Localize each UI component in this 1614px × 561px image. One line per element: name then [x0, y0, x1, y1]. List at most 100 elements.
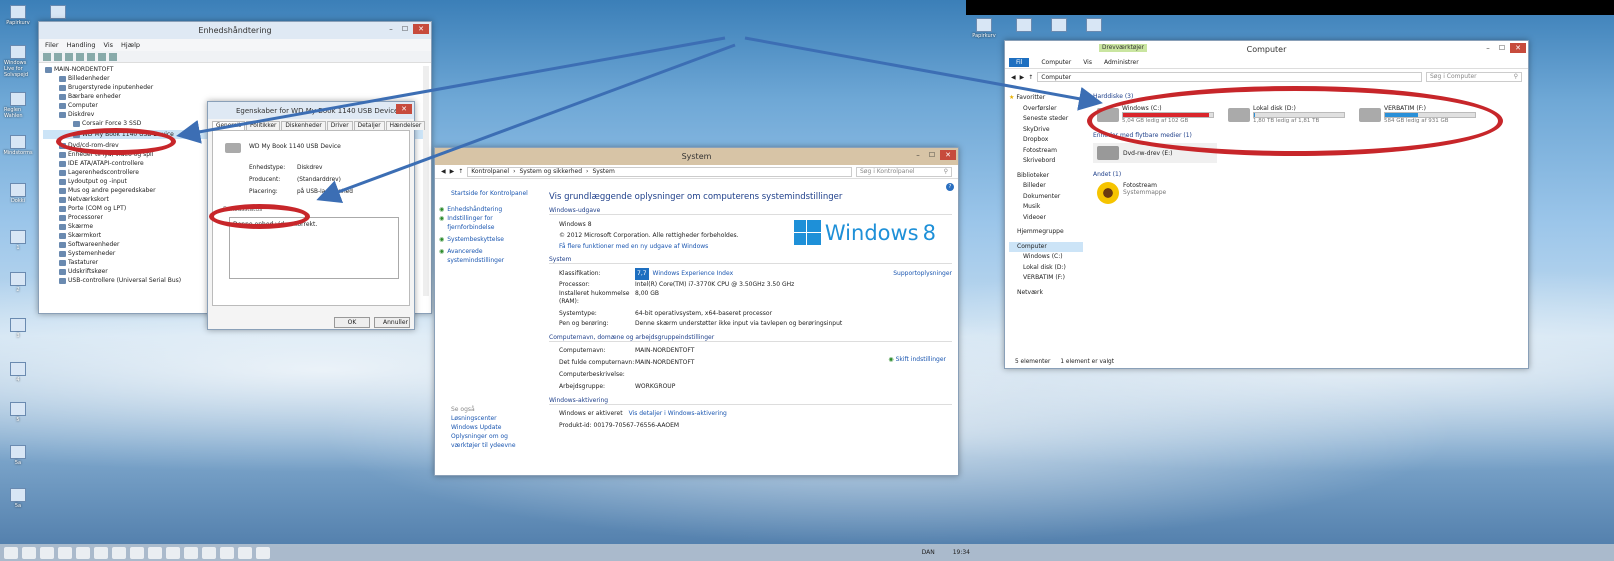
- minimize-button[interactable]: –: [1482, 43, 1494, 53]
- tab-volumes[interactable]: Diskenheder: [281, 121, 326, 130]
- nav-item[interactable]: VERBATIM (F:): [1009, 273, 1083, 284]
- link-change-settings[interactable]: ◉ Skift indstillinger: [888, 356, 946, 363]
- link-system-protection[interactable]: ◉ Systembeskyttelse: [439, 235, 539, 244]
- tree-item[interactable]: Bærbare enheder: [43, 92, 427, 101]
- tree-root[interactable]: MAIN-NORDENTOFT: [43, 65, 427, 74]
- nav-item[interactable]: Windows (C:): [1009, 252, 1083, 263]
- tab-manage[interactable]: Administrer: [1104, 59, 1139, 66]
- nav-item[interactable]: Dropbox: [1009, 135, 1083, 146]
- desktop-icon-6[interactable]: 2: [4, 272, 32, 293]
- taskbar-app-icon[interactable]: [220, 546, 234, 559]
- link-action-center[interactable]: Løsningscenter: [439, 414, 539, 423]
- help-icon[interactable]: ?: [946, 183, 954, 191]
- desktop-icon-11[interactable]: 5a: [4, 488, 32, 509]
- tab-driver[interactable]: Driver: [326, 121, 353, 130]
- menu-file[interactable]: Filer: [45, 41, 59, 49]
- close-button[interactable]: ✕: [940, 150, 956, 160]
- maximize-button[interactable]: ☐: [1496, 43, 1508, 53]
- title-bar[interactable]: Computer – ☐ ✕ Drevværktøjer: [1005, 41, 1528, 57]
- desktop-icon-2[interactable]: Reglen Wahlen: [4, 92, 32, 119]
- link-control-panel-home[interactable]: Startside for Kontrolpanel: [439, 189, 539, 198]
- nav-libraries[interactable]: Biblioteker: [1009, 171, 1083, 182]
- nav-item[interactable]: Dokumenter: [1009, 192, 1083, 203]
- back-icon[interactable]: [43, 53, 51, 61]
- desktop-icon-1[interactable]: Windows Live for Solvspejd: [4, 45, 32, 78]
- tab-policies[interactable]: Politikker: [246, 121, 281, 130]
- close-button[interactable]: ✕: [413, 24, 429, 34]
- disable-icon[interactable]: [109, 53, 117, 61]
- desktop-icon-4[interactable]: Dokki: [4, 183, 32, 204]
- tab-general[interactable]: Generelt: [212, 121, 246, 130]
- group-header[interactable]: Andet (1): [1093, 171, 1524, 178]
- menu-action[interactable]: Handling: [67, 41, 96, 49]
- link-advanced-settings[interactable]: ◉ Avancerede systemindstillinger: [439, 247, 539, 265]
- nav-favorites[interactable]: ★ Favoritter: [1009, 93, 1083, 104]
- path-box[interactable]: Computer: [1037, 72, 1422, 82]
- back-icon[interactable]: ◀: [441, 168, 446, 175]
- fotostream-tile[interactable]: Fotostream Systemmappe: [1093, 182, 1524, 204]
- desktop-icon-3[interactable]: Mindstorms: [3, 135, 33, 156]
- link-support[interactable]: Supportoplysninger: [893, 268, 952, 280]
- link-remote-settings[interactable]: ◉ Indstillinger for fjernforbindelse: [439, 214, 539, 232]
- taskbar-app-icon[interactable]: [4, 546, 18, 559]
- nav-item[interactable]: Skrivebord: [1009, 156, 1083, 167]
- taskbar-app-icon[interactable]: [184, 546, 198, 559]
- tab-file[interactable]: Fil: [1009, 58, 1030, 67]
- nav-item[interactable]: Lokal disk (D:): [1009, 263, 1083, 274]
- taskbar-app-icon[interactable]: [256, 546, 270, 559]
- link-device-manager[interactable]: ◉ Enhedshåndtering: [439, 205, 539, 214]
- desktop-icon-recycle-right[interactable]: Papirkurv: [970, 18, 998, 39]
- desktop-icon-recycle[interactable]: Papirkurv: [4, 5, 32, 26]
- nav-network[interactable]: Netværk: [1009, 288, 1083, 299]
- close-button[interactable]: ✕: [1510, 43, 1526, 53]
- properties-icon[interactable]: [65, 53, 73, 61]
- nav-item[interactable]: Billeder: [1009, 181, 1083, 192]
- desktop-icon-5[interactable]: 1: [4, 230, 32, 251]
- nav-item[interactable]: SkyDrive: [1009, 125, 1083, 136]
- link-wei[interactable]: Windows Experience Index: [653, 268, 894, 280]
- forward-icon[interactable]: [54, 53, 62, 61]
- taskbar-app-icon[interactable]: [202, 546, 216, 559]
- back-icon[interactable]: ◀: [1011, 74, 1016, 81]
- tree-item[interactable]: Brugerstyrede inputenheder: [43, 83, 427, 92]
- title-bar[interactable]: Egenskaber for WD My Book 1140 USB Devic…: [208, 102, 414, 119]
- search-input[interactable]: Søg i Kontrolpanel ⚲: [856, 166, 952, 177]
- nav-item[interactable]: Musik: [1009, 202, 1083, 213]
- nav-item[interactable]: Overførsler: [1009, 104, 1083, 115]
- up-icon[interactable]: ↑: [1028, 74, 1033, 81]
- close-button[interactable]: ✕: [396, 104, 412, 114]
- link-activation[interactable]: Vis detaljer i Windows-aktivering: [629, 408, 727, 420]
- taskbar-app-icon[interactable]: [130, 546, 144, 559]
- taskbar-app-icon[interactable]: [112, 546, 126, 559]
- tray-clock[interactable]: 19:34: [953, 549, 970, 556]
- tab-events[interactable]: Hændelser: [385, 121, 426, 130]
- tab-computer[interactable]: Computer: [1041, 59, 1071, 66]
- minimize-button[interactable]: –: [912, 150, 924, 160]
- forward-icon[interactable]: ▶: [1020, 74, 1025, 81]
- search-input[interactable]: Søg i Computer ⚲: [1426, 72, 1522, 82]
- taskbar-app-icon[interactable]: [58, 546, 72, 559]
- tray-language[interactable]: DAN: [922, 549, 935, 556]
- taskbar-app-icon[interactable]: [94, 546, 108, 559]
- desktop-icon-7[interactable]: 3: [4, 318, 32, 339]
- nav-item[interactable]: Fotostream: [1009, 146, 1083, 157]
- nav-computer[interactable]: Computer: [1009, 241, 1083, 252]
- menu-view[interactable]: Vis: [104, 41, 114, 49]
- scan-icon[interactable]: [87, 53, 95, 61]
- nav-item[interactable]: Seneste steder: [1009, 114, 1083, 125]
- taskbar-app-icon[interactable]: [238, 546, 252, 559]
- scrollbar[interactable]: [423, 66, 429, 296]
- taskbar-app-icon[interactable]: [148, 546, 162, 559]
- link-performance[interactable]: Oplysninger om og værktøjer til ydeevne: [439, 432, 535, 450]
- ok-button[interactable]: OK: [334, 317, 370, 328]
- up-icon[interactable]: ↑: [458, 168, 463, 175]
- menu-help[interactable]: Hjælp: [121, 41, 140, 49]
- title-bar[interactable]: System – ☐ ✕: [435, 148, 958, 165]
- minimize-button[interactable]: –: [385, 24, 397, 34]
- ribbon-context-tab[interactable]: Drevværktøjer: [1099, 44, 1147, 52]
- taskbar-app-icon[interactable]: [76, 546, 90, 559]
- update-icon[interactable]: [98, 53, 106, 61]
- desktop-icon-r4[interactable]: [1080, 18, 1108, 33]
- forward-icon[interactable]: ▶: [450, 168, 455, 175]
- taskbar-app-icon[interactable]: [166, 546, 180, 559]
